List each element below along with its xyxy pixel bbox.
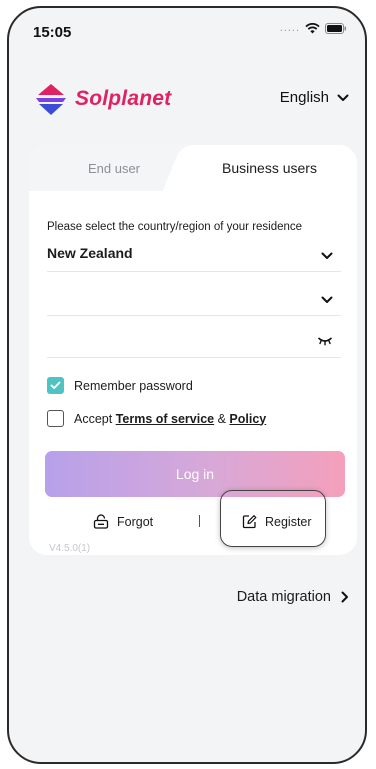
country-prompt: Please select the country/region of your… [47,221,303,233]
eye-closed-icon[interactable] [317,333,333,351]
remember-password-checkbox[interactable] [47,377,64,394]
brand-logo: Solplanet [33,82,171,116]
action-separator [199,515,200,527]
terms-of-service-link[interactable]: Terms of service [116,412,214,426]
account-input[interactable] [47,285,341,316]
wifi-icon [305,22,320,34]
tab-business-users[interactable]: Business users [182,145,357,191]
password-input[interactable] [47,327,341,358]
remember-password-label: Remember password [74,378,193,393]
accept-prefix: Accept [74,411,116,426]
check-icon [50,381,61,389]
tab-business-users-label: Business users [222,160,317,176]
login-button-label: Log in [175,466,215,482]
cellular-signal-icon: ..... [279,22,300,34]
remember-password-row: Remember password [47,377,193,394]
country-value: New Zealand [47,245,133,261]
edit-icon [242,515,257,529]
forgot-label: Forgot [117,514,154,529]
accept-terms-checkbox[interactable] [47,410,64,427]
app-version: V4.5.0(1) [49,543,91,554]
battery-icon [325,22,347,34]
country-select[interactable]: New Zealand [47,241,341,272]
language-label: English [279,89,329,106]
status-time: 15:05 [33,24,72,41]
chevron-right-icon [341,591,348,603]
register-label: Register [265,514,312,529]
chevron-down-icon [321,247,333,265]
login-button[interactable]: Log in [45,451,345,497]
chevron-down-icon[interactable] [321,291,333,309]
login-card: End user Business users Please select th… [29,145,357,555]
policy-link[interactable]: Policy [229,412,266,426]
accept-terms-row: Accept Terms of service & Policy [47,410,266,427]
language-selector[interactable]: English [280,89,349,106]
status-icons: ..... [280,22,347,34]
brand-name: Solplanet [75,87,172,110]
lock-icon [93,514,109,529]
data-migration-link[interactable]: Data migration [237,589,349,605]
solplanet-logo-icon [36,84,66,115]
user-type-tabs: End user Business users [29,145,357,191]
accept-terms-text: Accept Terms of service & Policy [74,412,266,426]
accept-and: & [214,411,230,426]
home-indicator[interactable] [129,762,259,764]
status-bar: 15:05 ..... [9,8,365,52]
register-button[interactable]: Register [242,514,312,529]
chevron-down-icon [337,94,349,101]
forgot-password-button[interactable]: Forgot [93,514,153,529]
data-migration-label: Data migration [236,589,331,605]
phone-frame: 15:05 ..... Solplanet English End user B… [7,6,367,764]
